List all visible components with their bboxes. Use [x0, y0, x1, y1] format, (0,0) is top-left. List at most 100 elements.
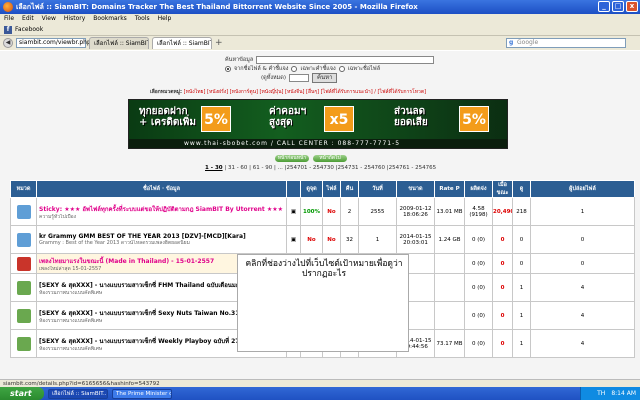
search-input[interactable]: Google — [506, 38, 626, 48]
prev-page-button[interactable]: หน้าก่อนหน้า — [275, 155, 309, 162]
col-rate[interactable]: Rate P — [434, 180, 465, 198]
rate-cell: 0 (0) — [464, 273, 493, 302]
address-bar[interactable]: siambit.com/viewbr.php — [16, 38, 91, 48]
seeders-cell[interactable]: 0 — [492, 225, 513, 254]
start-button[interactable]: start — [0, 387, 44, 400]
seeders-cell[interactable]: 0 — [492, 301, 513, 330]
radio-name-and-desc[interactable] — [225, 65, 231, 72]
col-size[interactable]: ขนาด — [396, 180, 435, 198]
taskbar: start เลือกไฟล์ :: SiamBIT... The Prime … — [0, 387, 640, 400]
seeders-cell[interactable]: 0 — [492, 253, 513, 274]
table-header-row: หมวด ชื่อไฟล์ · ข้อมูล ดูจุด ไฟล์ คืน วั… — [10, 180, 635, 198]
radio-name-only[interactable] — [338, 65, 345, 72]
language-indicator[interactable]: TH — [597, 387, 605, 400]
seeders-cell[interactable]: 0 — [492, 273, 513, 302]
menu-history[interactable]: History — [64, 14, 85, 24]
col-category[interactable]: หมวด — [10, 180, 37, 198]
name-cell[interactable]: kr Grammy GMM BEST OF THE YEAR 2013 [DZV… — [36, 225, 287, 254]
radio-desc-only[interactable] — [291, 65, 298, 72]
seeders-cell[interactable]: 0 — [492, 329, 513, 358]
count-cell: 2555 — [358, 197, 397, 226]
image-icon[interactable]: ▣ — [286, 197, 301, 226]
files-cell: No — [322, 225, 341, 254]
leechers-cell[interactable]: 1 — [512, 301, 531, 330]
taskbar-item-firefox[interactable]: เลือกไฟล์ :: SiamBIT... — [48, 388, 108, 399]
col-seeders[interactable]: ผลิตจ่ง — [464, 180, 493, 198]
bookmark-facebook[interactable]: Facebook — [15, 24, 43, 36]
leechers-cell[interactable]: 0 — [512, 253, 531, 274]
radio-name-only-label: เฉพาะชื่อไฟล์ — [347, 65, 381, 72]
col-leechers[interactable]: เมื่อขณะ — [492, 180, 513, 198]
pagination: 1 - 30 | 31 - 60 | 61 - 90 | ... |254701… — [205, 165, 436, 171]
col-icon — [286, 180, 301, 198]
menu-edit[interactable]: Edit — [22, 14, 34, 24]
col-files[interactable]: ไฟล์ — [322, 180, 341, 198]
size-cell: 1.24 GB — [434, 225, 465, 254]
view-all-label: (ดูทั้งหมด) — [261, 74, 286, 81]
maximize-button[interactable]: □ — [612, 1, 624, 12]
category-cell[interactable] — [10, 225, 37, 254]
col-views[interactable]: ดู — [512, 180, 531, 198]
files-cell: No — [322, 197, 341, 226]
firefox-icon — [3, 2, 13, 12]
seeders-cell[interactable]: 20,490 — [492, 197, 513, 226]
overlay-popup[interactable]: คลิกที่ช่องว่างไปที่เว็บไซต์เป้าหมายเพื่… — [237, 254, 409, 352]
current-page-link[interactable]: 1 - 30 — [205, 165, 223, 171]
page-links[interactable]: | 31 - 60 | 61 - 90 | ... |254701 - 2547… — [224, 165, 436, 171]
view-all-input[interactable] — [289, 73, 309, 82]
menu-view[interactable]: View — [42, 14, 56, 24]
size-cell: 73.17 MB — [434, 329, 465, 358]
taskbar-item-window[interactable]: The Prime Minister on... — [112, 388, 172, 399]
search-label: ค้นหาข้อมูล — [225, 56, 254, 63]
minimize-button[interactable]: _ — [598, 1, 610, 12]
col-progress[interactable]: ดูจุด — [300, 180, 323, 198]
table-row[interactable]: kr Grammy GMM BEST OF THE YEAR 2013 [DZV… — [10, 225, 635, 254]
radio-desc-only-label: เฉพาะคำชี้แจง — [300, 65, 336, 72]
facebook-icon: f — [4, 25, 12, 34]
leechers-cell[interactable]: 0 — [512, 225, 531, 254]
menu-file[interactable]: File — [4, 14, 14, 24]
banner-text-3b: ยอดเสีย — [394, 117, 428, 128]
category-cell[interactable] — [10, 329, 37, 358]
comments-cell[interactable]: 32 — [340, 225, 359, 254]
image-icon[interactable]: ▣ — [286, 225, 301, 254]
comments-cell[interactable]: 2 — [340, 197, 359, 226]
category-icon — [16, 256, 31, 271]
tab-1[interactable]: เลือกไฟล์ :: SiamBIT: Domains Tracker Th… — [89, 37, 149, 49]
tab-2[interactable]: เลือกไฟล์ :: SiamBIT: Domains Tracker Th… — [152, 37, 212, 49]
back-button[interactable]: ◀ — [3, 38, 13, 48]
leechers-cell[interactable]: 1 — [512, 273, 531, 302]
system-tray: TH 8:14 AM — [580, 387, 640, 400]
next-page-button[interactable]: หน้าถัดไป — [313, 155, 347, 162]
col-uploader[interactable]: ผู้ปล่อยไฟล์ — [530, 180, 635, 198]
category-cell[interactable] — [10, 197, 37, 226]
category-list[interactable]: [หนังไทย] [หนังฝรั่ง] [หนังการ์ตูน] [หนั… — [184, 89, 426, 95]
table-row[interactable]: Sticky: ★★★ อัพไฟล์ทุกครั้งที่ระบบแต่ขอใ… — [10, 197, 635, 226]
torrent-name-link[interactable]: Sticky: ★★★ อัพไฟล์ทุกครั้งที่ระบบแต่ขอใ… — [39, 204, 286, 214]
views-cell: 4 — [530, 273, 635, 302]
torrent-name-link[interactable]: kr Grammy GMM BEST OF THE YEAR 2013 [DZV… — [39, 233, 286, 240]
size-cell — [434, 253, 465, 274]
search-button[interactable]: ค้นหา — [312, 72, 338, 83]
close-button[interactable]: x — [626, 1, 638, 12]
category-cell[interactable] — [10, 253, 37, 274]
leechers-cell[interactable]: 218 — [512, 197, 531, 226]
menu-bookmarks[interactable]: Bookmarks — [93, 14, 127, 24]
category-cell[interactable] — [10, 273, 37, 302]
name-cell[interactable]: Sticky: ★★★ อัพไฟล์ทุกครั้งที่ระบบแต่ขอใ… — [36, 197, 287, 226]
banner-text-1: ทุกยอดฝาก — [139, 106, 188, 117]
rate-cell: 0 (0) — [464, 225, 493, 254]
new-tab-icon[interactable]: + — [215, 38, 223, 48]
search-text-input[interactable] — [256, 55, 435, 64]
advert-banner[interactable]: ทุกยอดฝาก + เครดิตเพิ่ม 5% ค่าคอมฯ สูงสุด … — [128, 99, 508, 149]
col-comments[interactable]: คืน — [340, 180, 359, 198]
count-cell: 1 — [358, 225, 397, 254]
leechers-cell[interactable]: 1 — [512, 329, 531, 358]
col-date[interactable]: วันที่ — [358, 180, 397, 198]
views-cell: 0 — [530, 253, 635, 274]
category-icon — [16, 204, 31, 219]
menu-tools[interactable]: Tools — [135, 14, 150, 24]
menu-help[interactable]: Help — [158, 14, 172, 24]
col-name[interactable]: ชื่อไฟล์ · ข้อมูล — [36, 180, 287, 198]
category-cell[interactable] — [10, 301, 37, 330]
